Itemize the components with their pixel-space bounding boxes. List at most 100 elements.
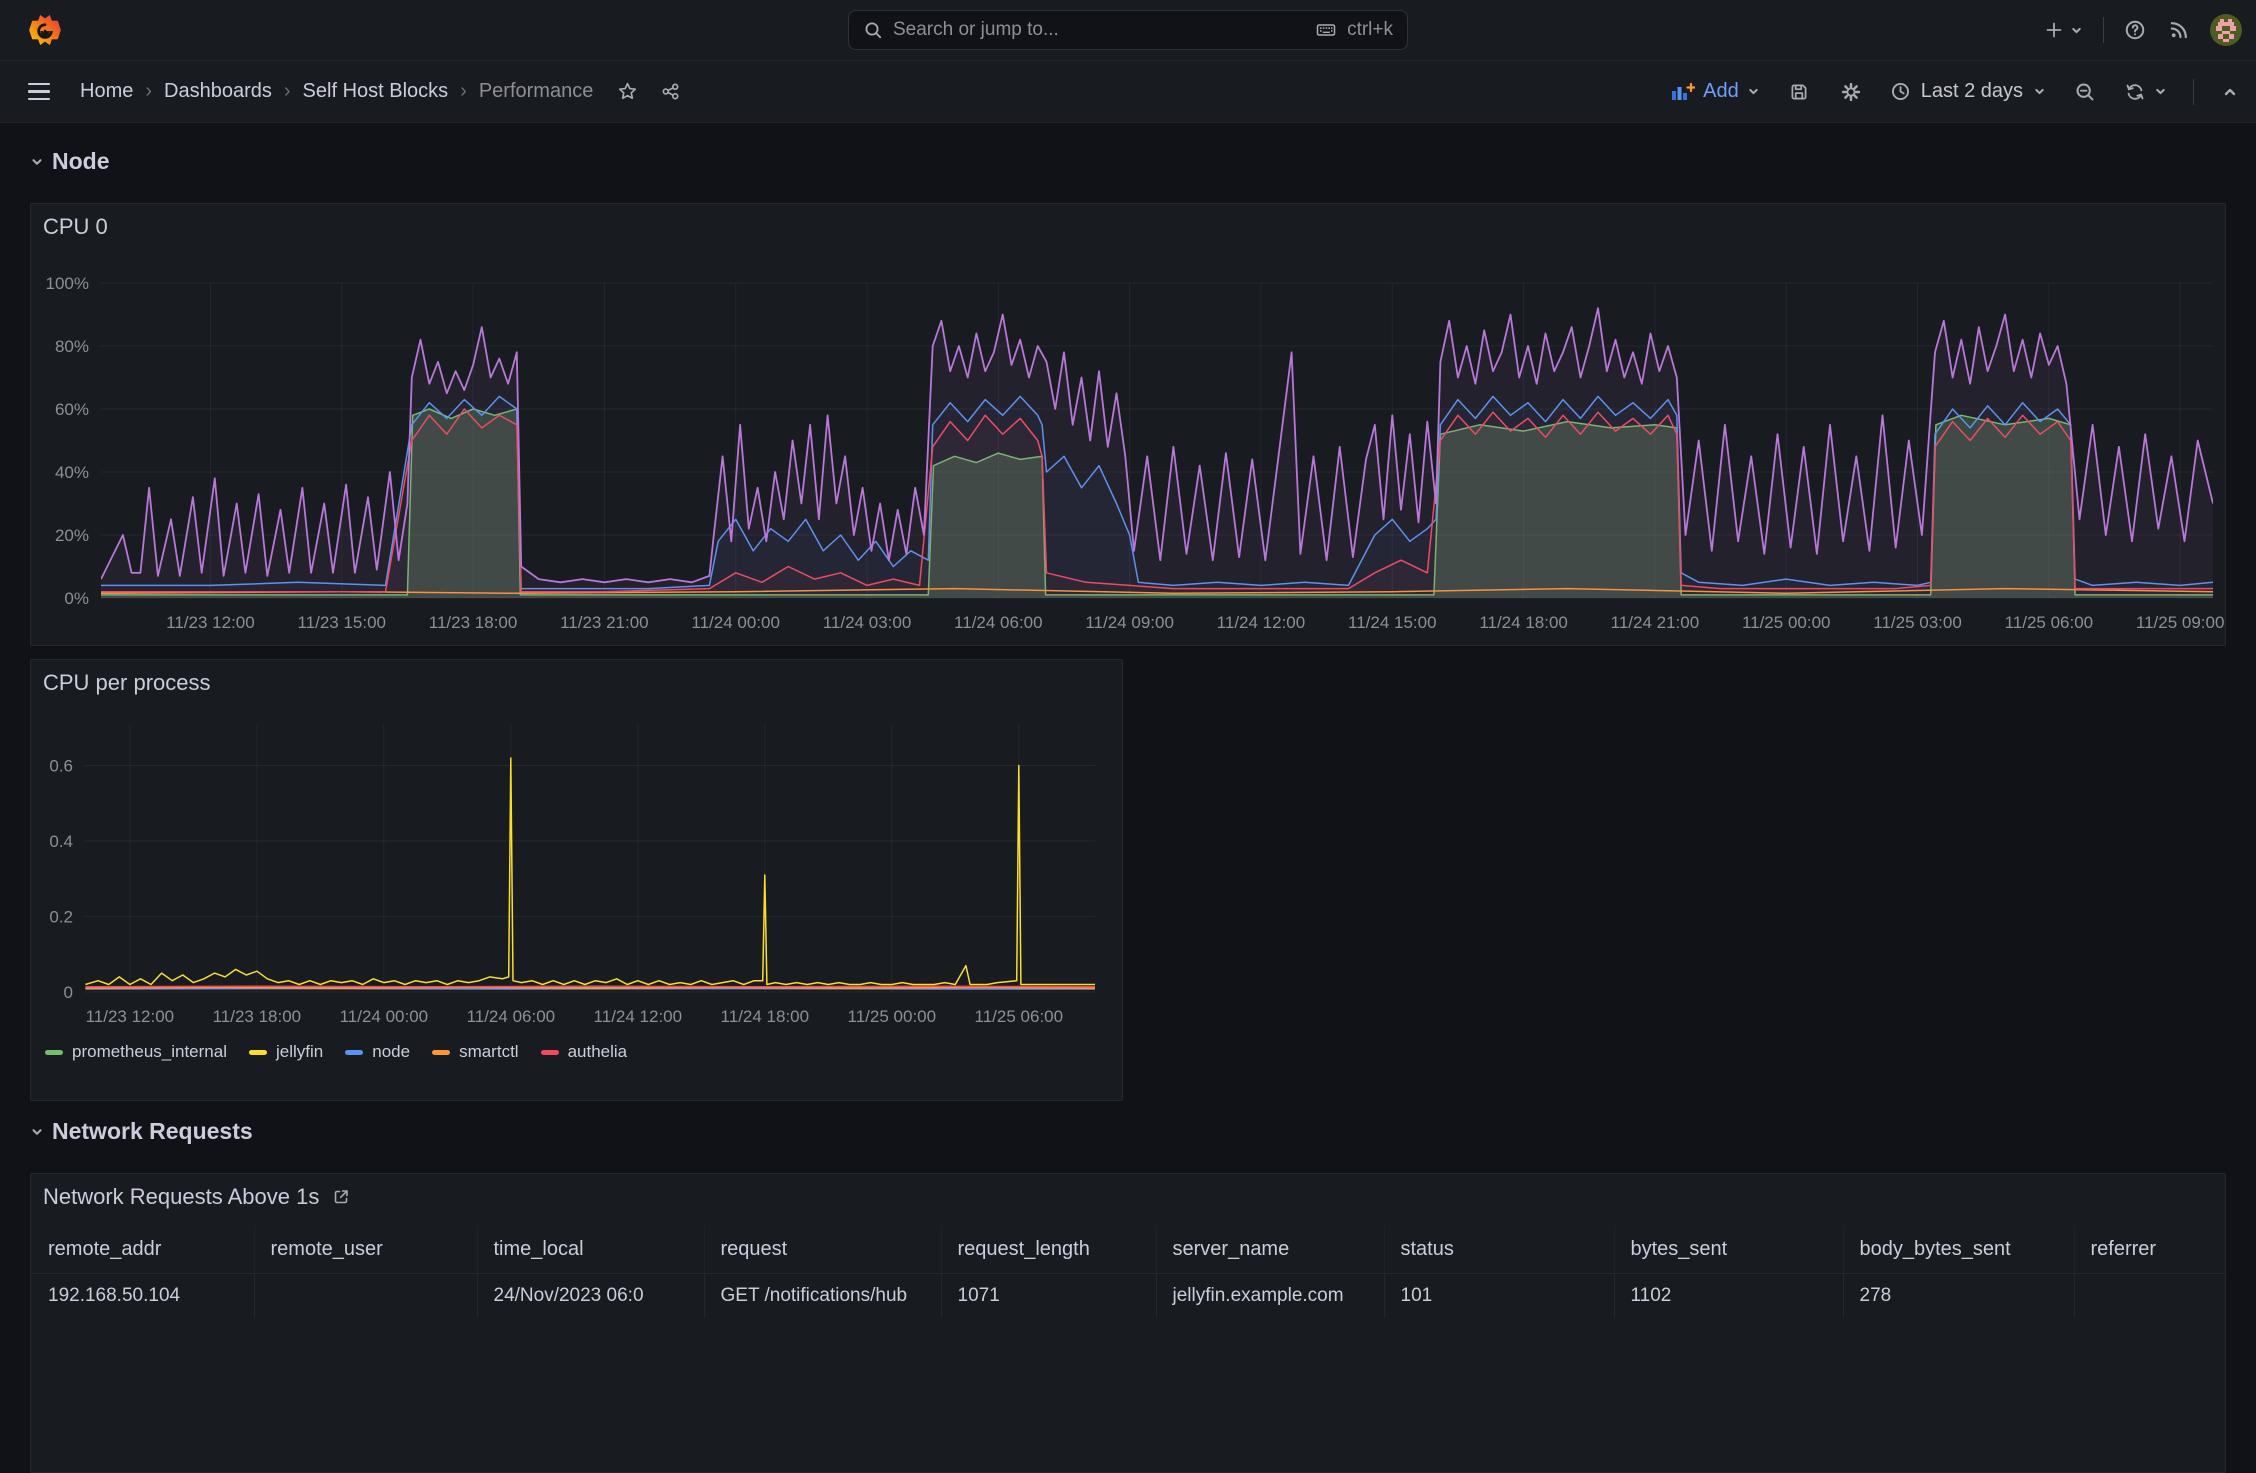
breadcrumb-separator: › [284, 80, 291, 103]
x-axis-label: 11/23 18:00 [213, 1007, 302, 1026]
x-axis-label: 11/25 03:00 [1873, 613, 1962, 632]
chevron-down-icon [1747, 85, 1760, 98]
cpu-per-process-chart[interactable]: 00.20.40.611/23 12:0011/23 18:0011/24 00… [31, 660, 1122, 1035]
table-cell: 1071 [941, 1274, 1156, 1319]
time-range-picker[interactable]: Last 2 days [1890, 80, 2046, 103]
y-axis-label: 0.4 [49, 832, 73, 851]
table-cell: 101 [1384, 1274, 1614, 1319]
panel-network-requests-above-1s[interactable]: Network Requests Above 1s remote_addrrem… [30, 1173, 2226, 1473]
divider [2103, 17, 2104, 43]
network-requests-table: remote_addrremote_usertime_localrequestr… [32, 1226, 2226, 1318]
dashboard-toolbar: Home › Dashboards › Self Host Blocks › P… [0, 61, 2256, 123]
y-axis-label: 20% [55, 526, 89, 545]
collapse-topbar-button[interactable] [2220, 82, 2240, 102]
y-axis-label: 60% [55, 400, 89, 419]
legend-swatch [249, 1050, 267, 1055]
user-avatar[interactable] [2210, 14, 2242, 46]
search-placeholder: Search or jump to... [893, 19, 1059, 41]
chevron-up-icon [2222, 84, 2238, 100]
x-axis-label: 11/24 12:00 [594, 1007, 683, 1026]
external-link-icon[interactable] [331, 1187, 351, 1207]
dashboard-settings-button[interactable] [1838, 79, 1864, 105]
x-axis-label: 11/24 15:00 [1348, 613, 1437, 632]
add-label: Add [1703, 80, 1739, 103]
breadcrumb-home[interactable]: Home [80, 80, 133, 103]
clock-icon [1890, 81, 1911, 102]
favorite-star-button[interactable] [615, 79, 640, 104]
legend-item-node[interactable]: node [345, 1042, 410, 1062]
save-dashboard-button[interactable] [1786, 79, 1812, 105]
refresh-button[interactable] [2124, 81, 2167, 103]
table-cell: jellyfin.example.com [1156, 1274, 1384, 1319]
x-axis-label: 11/23 15:00 [297, 613, 386, 632]
column-header-body_bytes_sent[interactable]: body_bytes_sent [1843, 1226, 2074, 1274]
column-header-remote_addr[interactable]: remote_addr [32, 1226, 254, 1274]
legend-label: node [372, 1042, 410, 1062]
chevron-down-icon [2154, 85, 2167, 98]
column-header-request_length[interactable]: request_length [941, 1226, 1156, 1274]
table-row[interactable]: 192.168.50.10424/Nov/2023 06:0GET /notif… [32, 1274, 2226, 1319]
series-line-smartctl [85, 988, 1095, 989]
y-axis-label: 0.2 [49, 908, 73, 927]
time-range-label: Last 2 days [1921, 80, 2023, 103]
column-header-remote_user[interactable]: remote_user [254, 1226, 477, 1274]
column-header-server_name[interactable]: server_name [1156, 1226, 1384, 1274]
grafana-logo[interactable] [26, 11, 64, 49]
breadcrumb-separator: › [145, 80, 152, 103]
section-title: Node [52, 148, 110, 175]
panel-cpu-per-process[interactable]: CPU per process 00.20.40.611/23 12:0011/… [30, 659, 1123, 1101]
y-axis-label: 0.6 [49, 757, 73, 776]
legend-item-prometheus_internal[interactable]: prometheus_internal [45, 1042, 227, 1062]
legend-item-jellyfin[interactable]: jellyfin [249, 1042, 323, 1062]
top-navigation-bar: Search or jump to... ctrl+k [0, 0, 2256, 61]
add-panel-button[interactable]: Add [1671, 80, 1760, 103]
section-row-network-requests[interactable]: Network Requests [30, 1118, 253, 1145]
y-axis-label: 0 [64, 983, 73, 1002]
cpu0-chart[interactable]: 0%20%40%60%80%100%11/23 12:0011/23 15:00… [31, 204, 2225, 645]
news-rss-button[interactable] [2166, 17, 2192, 43]
x-axis-label: 11/24 18:00 [1479, 613, 1568, 632]
x-axis-label: 11/25 06:00 [2005, 613, 2094, 632]
table-cell [2074, 1274, 2226, 1319]
menu-toggle-button[interactable] [28, 83, 50, 101]
section-row-node[interactable]: Node [30, 148, 110, 175]
y-axis-label: 80% [55, 337, 89, 356]
column-header-request[interactable]: request [704, 1226, 941, 1274]
legend-swatch [432, 1050, 450, 1055]
table-cell [254, 1274, 477, 1319]
chevron-down-icon [2033, 85, 2046, 98]
search-icon [863, 20, 883, 40]
panel-title[interactable]: Network Requests Above 1s [43, 1184, 351, 1210]
x-axis-label: 11/24 12:00 [1217, 613, 1306, 632]
column-header-referrer[interactable]: referrer [2074, 1226, 2226, 1274]
column-header-bytes_sent[interactable]: bytes_sent [1614, 1226, 1843, 1274]
chevron-down-icon [30, 1125, 44, 1139]
column-header-time_local[interactable]: time_local [477, 1226, 704, 1274]
x-axis-label: 11/25 00:00 [1742, 613, 1831, 632]
search-input[interactable]: Search or jump to... ctrl+k [848, 10, 1408, 50]
legend-label: jellyfin [276, 1042, 323, 1062]
y-axis-label: 40% [55, 463, 89, 482]
keyboard-icon [1315, 20, 1337, 40]
x-axis-label: 11/23 12:00 [166, 613, 255, 632]
share-button[interactable] [658, 79, 683, 104]
help-button[interactable] [2122, 17, 2148, 43]
legend-item-smartctl[interactable]: smartctl [432, 1042, 519, 1062]
breadcrumb-dashboards[interactable]: Dashboards [164, 80, 272, 103]
chevron-down-icon [2070, 24, 2083, 37]
table-cell: GET /notifications/hub [704, 1274, 941, 1319]
zoom-out-button[interactable] [2072, 79, 2098, 105]
table-cell: 192.168.50.104 [32, 1274, 254, 1319]
section-title: Network Requests [52, 1118, 253, 1145]
y-axis-label: 100% [46, 274, 89, 293]
x-axis-label: 11/24 03:00 [823, 613, 912, 632]
legend-item-authelia[interactable]: authelia [541, 1042, 628, 1062]
panel-cpu0[interactable]: CPU 0 0%20%40%60%80%100%11/23 12:0011/23… [30, 203, 2226, 646]
table-cell: 278 [1843, 1274, 2074, 1319]
column-header-status[interactable]: status [1384, 1226, 1614, 1274]
x-axis-label: 11/23 18:00 [429, 613, 518, 632]
x-axis-label: 11/23 12:00 [86, 1007, 175, 1026]
x-axis-label: 11/25 00:00 [848, 1007, 937, 1026]
breadcrumb-self-host-blocks[interactable]: Self Host Blocks [303, 80, 449, 103]
new-menu-button[interactable] [2042, 18, 2085, 42]
